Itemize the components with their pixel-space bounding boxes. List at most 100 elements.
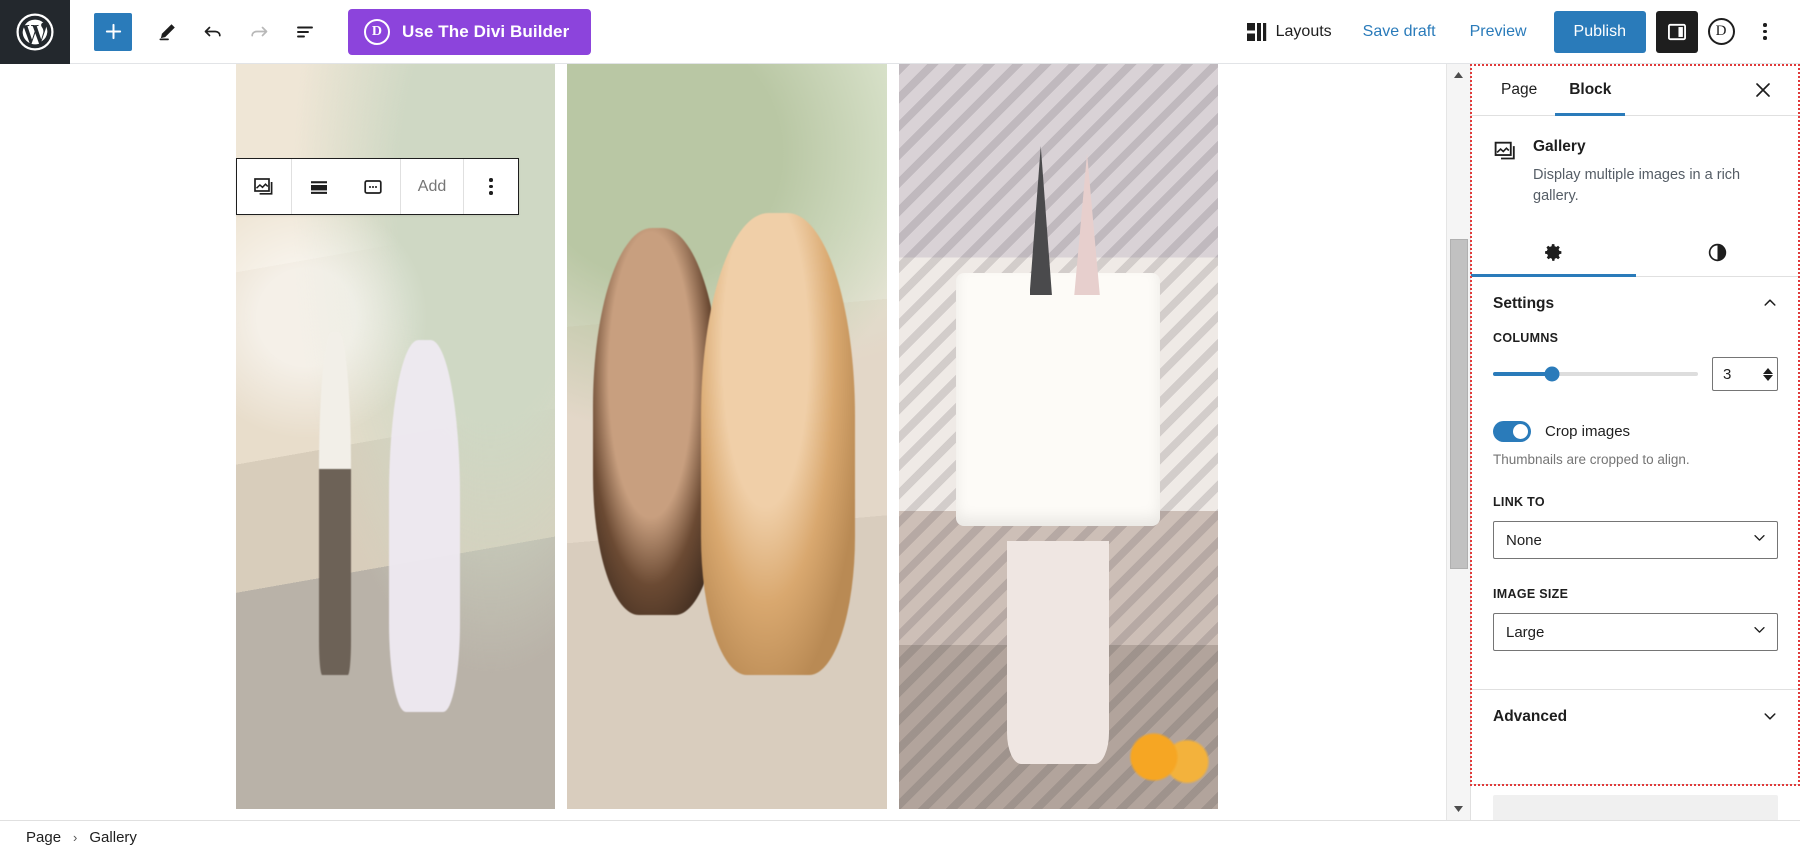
columns-number-field[interactable]: 3 xyxy=(1712,357,1778,392)
scroll-up-arrow-icon[interactable] xyxy=(1447,64,1470,86)
columns-slider-thumb[interactable] xyxy=(1544,366,1560,382)
wordpress-logo-icon xyxy=(16,12,54,51)
crop-images-row: Crop images xyxy=(1493,421,1778,443)
columns-label: COLUMNS xyxy=(1493,331,1559,346)
crop-images-help: Thumbnails are cropped to align. xyxy=(1493,452,1690,468)
chevron-down-icon xyxy=(1762,708,1778,727)
block-settings-sidebar: Page Block Gallery Display multiple imag… xyxy=(1470,64,1800,821)
sidebar-footer-strip xyxy=(1471,784,1800,821)
tab-page[interactable]: Page xyxy=(1487,64,1551,115)
redo-arrow-icon xyxy=(251,26,268,36)
columns-control-row: 3 xyxy=(1493,357,1778,392)
undo-arrow-icon xyxy=(204,26,221,36)
gallery-column xyxy=(567,64,887,820)
pencil-icon xyxy=(159,23,175,40)
gallery-column xyxy=(898,64,1218,820)
list-view-icon xyxy=(297,26,313,37)
close-icon xyxy=(1756,82,1770,97)
alignment-group xyxy=(292,159,401,214)
redo-button[interactable] xyxy=(236,9,282,55)
breadcrumb: Page › Gallery xyxy=(0,820,1800,854)
publish-button[interactable]: Publish xyxy=(1553,10,1646,53)
divi-button-label: Use The Divi Builder xyxy=(402,21,570,41)
settings-tab[interactable] xyxy=(1471,228,1636,278)
details-button[interactable] xyxy=(282,9,328,55)
block-options-button[interactable] xyxy=(464,159,518,214)
plus-icon xyxy=(105,23,121,40)
use-divi-builder-button[interactable]: D Use The Divi Builder xyxy=(348,8,592,55)
edit-tool-button[interactable] xyxy=(144,9,190,55)
columns-value: 3 xyxy=(1723,365,1732,383)
crop-images-label: Crop images xyxy=(1545,423,1631,441)
undo-button[interactable] xyxy=(190,9,236,55)
block-type-group xyxy=(237,159,292,214)
add-images-button[interactable]: Add xyxy=(401,159,463,214)
image-size-value: Large xyxy=(1506,623,1545,641)
settings-panel-body: COLUMNS 3 Crop images Thumbnails are cro… xyxy=(1471,331,1800,689)
sidebar-icon-tab-bar xyxy=(1471,228,1800,278)
scrollbar-thumb[interactable] xyxy=(1450,239,1468,569)
settings-panel-header[interactable]: Settings xyxy=(1471,277,1800,331)
more-options-button[interactable] xyxy=(1744,11,1786,53)
cake-cone-pink-icon xyxy=(1074,153,1100,295)
stepper-up-icon[interactable] xyxy=(1763,367,1773,374)
breadcrumb-item-gallery[interactable]: Gallery xyxy=(89,829,137,846)
close-sidebar-button[interactable] xyxy=(1742,64,1784,115)
cake-fruit-garnish xyxy=(1128,712,1212,802)
link-to-select[interactable]: None xyxy=(1493,521,1778,560)
save-draft-button[interactable]: Save draft xyxy=(1346,11,1453,53)
contrast-icon xyxy=(1709,243,1727,261)
link-to-label: LINK TO xyxy=(1493,495,1545,510)
gear-icon xyxy=(1544,243,1562,261)
gallery-image-couple-portrait xyxy=(567,64,887,809)
sidebar-tab-bar: Page Block xyxy=(1471,64,1800,116)
more-options-icon xyxy=(1763,23,1767,40)
editor-top-toolbar: D Use The Divi Builder Layouts Save draf… xyxy=(0,0,1800,64)
image-size-select[interactable]: Large xyxy=(1493,613,1778,652)
breadcrumb-separator-icon: › xyxy=(73,830,78,845)
layouts-button[interactable]: Layouts xyxy=(1233,11,1346,53)
chevron-down-icon xyxy=(1752,622,1767,642)
styles-tab[interactable] xyxy=(1636,228,1800,276)
align-button[interactable] xyxy=(292,159,346,214)
more-align-button[interactable] xyxy=(346,159,400,214)
block-info-card: Gallery Display multiple images in a ric… xyxy=(1471,116,1800,214)
more-options-icon xyxy=(489,178,493,195)
sidebar-placeholder-block xyxy=(1493,795,1778,821)
block-info-text: Gallery Display multiple images in a ric… xyxy=(1533,138,1778,206)
change-block-type-button[interactable] xyxy=(237,159,291,214)
divi-circle-icon: D xyxy=(1707,18,1735,45)
toggle-knob xyxy=(1513,424,1528,440)
columns-stepper[interactable] xyxy=(1763,367,1773,381)
layouts-label: Layouts xyxy=(1275,22,1332,40)
top-toolbar-left-group: D Use The Divi Builder xyxy=(70,8,592,55)
divi-options-button[interactable]: D xyxy=(1700,11,1742,53)
add-block-button[interactable] xyxy=(94,12,132,51)
block-description: Display multiple images in a rich galler… xyxy=(1533,167,1741,204)
settings-sidebar-toggle-button[interactable] xyxy=(1656,10,1698,53)
gallery-block-icon xyxy=(254,177,273,195)
breadcrumb-item-page[interactable]: Page xyxy=(26,829,61,846)
editor-canvas: Add xyxy=(0,64,1448,820)
divi-logo-icon: D xyxy=(364,18,390,45)
advanced-panel-title: Advanced xyxy=(1493,708,1568,726)
stepper-down-icon[interactable] xyxy=(1763,374,1773,381)
sidebar-panel-icon xyxy=(1668,23,1686,40)
editor-vertical-scrollbar[interactable] xyxy=(1446,64,1470,820)
columns-slider[interactable] xyxy=(1493,366,1698,382)
image-size-label: IMAGE SIZE xyxy=(1493,587,1569,602)
align-icon xyxy=(311,180,327,194)
scroll-down-arrow-icon[interactable] xyxy=(1447,798,1470,820)
block-toolbar: Add xyxy=(236,158,519,215)
wordpress-logo-button[interactable] xyxy=(0,0,70,64)
advanced-panel-header[interactable]: Advanced xyxy=(1471,690,1800,744)
cake-cone-dark-icon xyxy=(1029,145,1052,295)
columns-slider-fill xyxy=(1493,372,1553,377)
layouts-icon xyxy=(1246,22,1266,41)
gallery-image[interactable] xyxy=(567,64,887,809)
tab-block[interactable]: Block xyxy=(1555,64,1626,116)
crop-images-toggle[interactable] xyxy=(1493,421,1531,443)
more-align-icon xyxy=(364,179,382,194)
preview-button[interactable]: Preview xyxy=(1453,11,1544,53)
gallery-image[interactable] xyxy=(898,64,1218,809)
